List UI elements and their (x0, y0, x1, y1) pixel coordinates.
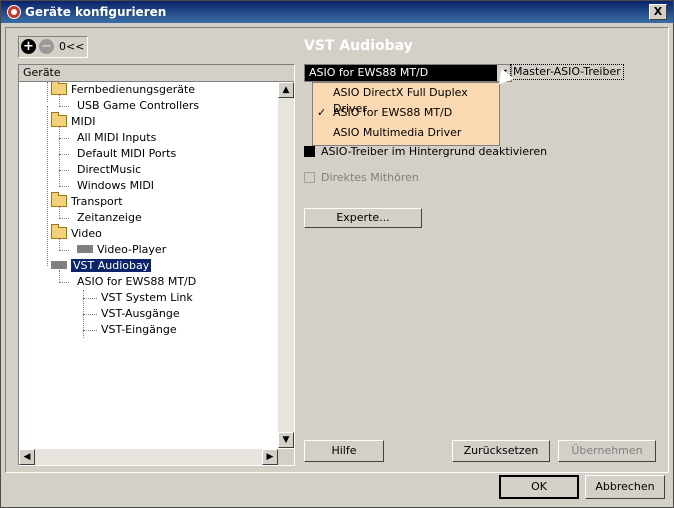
device-toolbar: + − 0<< (18, 36, 88, 58)
dropdown-option-directx[interactable]: ASIO DirectX Full Duplex Driver (313, 85, 499, 115)
folder-icon (51, 224, 67, 239)
direct-monitoring-option: Direktes Mithören (304, 170, 419, 186)
scroll-up-icon[interactable]: ▲ (278, 82, 294, 98)
device-settings-pane: VST Audiobay ASIO for EWS88 MT/D ▼ Maste… (302, 36, 662, 466)
direct-monitoring-checkbox (304, 171, 315, 183)
tree-item-video-player[interactable]: Video-Player (77, 242, 166, 258)
tree-item-vst-eingaenge[interactable]: VST-Eingänge (101, 322, 177, 338)
ok-button[interactable]: OK (499, 475, 579, 499)
tree-item-vst-audiobay[interactable]: VST Audiobay (51, 258, 152, 274)
title-bar: Geräte konfigurieren X (1, 1, 673, 23)
check-icon: ✓ (317, 106, 327, 119)
scroll-right-icon[interactable]: ▶ (262, 449, 278, 465)
tree-item-default-midi-ports[interactable]: Default MIDI Ports (77, 146, 176, 162)
master-asio-driver-select[interactable]: ASIO for EWS88 MT/D ▼ (304, 64, 512, 82)
tree-item-all-midi-inputs[interactable]: All MIDI Inputs (77, 130, 156, 146)
settings-title: VST Audiobay (304, 38, 413, 54)
folder-icon (51, 82, 67, 95)
tree-item-usb-game-controllers[interactable]: USB Game Controllers (77, 98, 199, 114)
reset-button[interactable]: Zurücksetzen (452, 440, 550, 462)
add-device-button[interactable]: + (21, 39, 36, 54)
dropdown-option-ews88[interactable]: ✓ ASIO for EWS88 MT/D (313, 105, 499, 121)
tree-item-video[interactable]: Video (51, 224, 102, 242)
scroll-left-icon[interactable]: ◀ (19, 449, 35, 465)
remove-device-button[interactable]: − (39, 39, 54, 54)
folder-icon (51, 192, 67, 207)
apply-button: Übernehmen (558, 440, 656, 462)
asio-background-option[interactable]: ASIO-Treiber im Hintergrund deaktivieren (304, 144, 547, 160)
asio-driver-dropdown: ASIO DirectX Full Duplex Driver ✓ ASIO f… (312, 82, 500, 146)
dropdown-option-multimedia[interactable]: ASIO Multimedia Driver (313, 125, 499, 141)
help-button[interactable]: Hilfe (304, 440, 384, 462)
asio-background-checkbox[interactable] (304, 145, 315, 157)
asio-combo-value: ASIO for EWS88 MT/D (309, 66, 429, 79)
dialog-window: Geräte konfigurieren X + − 0<< Geräte Fe… (0, 0, 674, 508)
tree-horizontal-scrollbar[interactable]: ◀ ▶ (19, 449, 278, 465)
tree-item-directmusic[interactable]: DirectMusic (77, 162, 141, 178)
device-tree: Fernbedienungsgeräte USB Game Controller… (19, 82, 278, 448)
tree-vertical-scrollbar[interactable]: ▲ ▼ (278, 82, 294, 448)
reset-view-button[interactable]: 0<< (59, 40, 84, 53)
tree-item-fernbedienung[interactable]: Fernbedienungsgeräte (51, 82, 195, 98)
device-tree-panel: Geräte Fernbedienungsgeräte USB Game Con… (18, 64, 295, 466)
tree-item-zeitanzeige[interactable]: Zeitanzeige (77, 210, 142, 226)
expert-button[interactable]: Experte... (304, 208, 422, 228)
tree-item-vst-ausgaenge[interactable]: VST-Ausgänge (101, 306, 180, 322)
close-button[interactable]: X (649, 4, 667, 20)
app-icon (7, 5, 21, 19)
tree-item-transport[interactable]: Transport (51, 192, 123, 210)
window-title: Geräte konfigurieren (25, 5, 167, 19)
tree-item-asio-ews88[interactable]: ASIO for EWS88 MT/D (77, 274, 196, 290)
tree-item-midi[interactable]: MIDI (51, 112, 95, 130)
master-asio-label: Master-ASIO-Treiber (510, 64, 624, 80)
scroll-down-icon[interactable]: ▼ (278, 432, 294, 448)
scrollbar-corner (278, 449, 294, 465)
tree-item-windows-midi[interactable]: Windows MIDI (77, 178, 154, 194)
dialog-client-area: + − 0<< Geräte Fernbedienungsgeräte USB … (5, 27, 669, 473)
folder-icon (51, 112, 67, 127)
tree-header-label: Geräte (23, 66, 61, 79)
tree-header: Geräte (19, 65, 294, 82)
video-device-icon (77, 245, 93, 253)
tree-item-vst-system-link[interactable]: VST System Link (101, 290, 193, 306)
cancel-button[interactable]: Abbrechen (585, 475, 665, 499)
audio-device-icon (51, 261, 67, 269)
